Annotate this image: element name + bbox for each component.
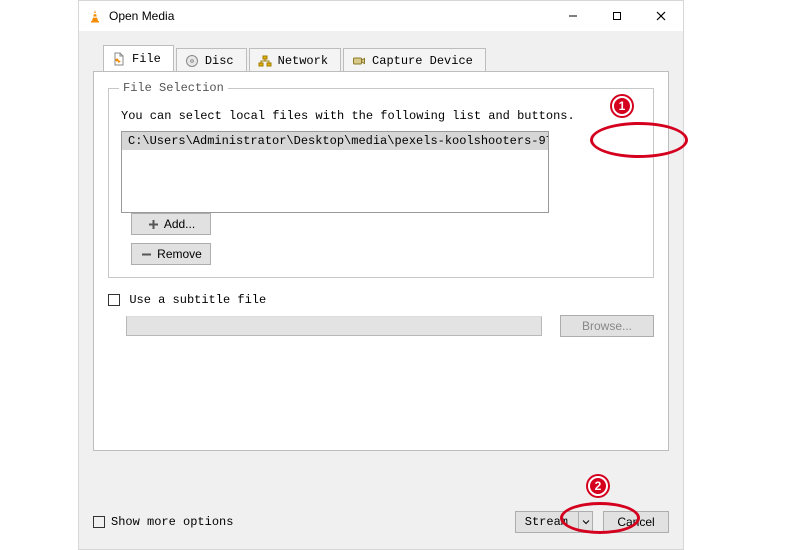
bottom-bar: Show more options Stream Cancel [93,511,669,533]
open-media-dialog: Open Media File Disc [78,0,684,550]
add-button-label: Add... [164,217,195,231]
file-icon [112,52,126,66]
tab-capture-label: Capture Device [372,54,473,68]
stream-button[interactable]: Stream [515,511,579,533]
file-selection-legend: File Selection [119,81,228,95]
network-icon [258,54,272,68]
disc-icon [185,54,199,68]
file-list-item[interactable]: C:\Users\Administrator\Desktop\media\pex… [122,132,548,150]
vlc-cone-icon [87,8,103,24]
tab-disc[interactable]: Disc [176,48,247,72]
show-more-options-label[interactable]: Show more options [111,515,233,529]
tab-file[interactable]: File [103,45,174,71]
remove-button[interactable]: Remove [131,243,211,265]
tab-panel-file: File Selection You can select local file… [93,71,669,451]
subtitle-checkbox-label[interactable]: Use a subtitle file [129,293,266,307]
show-more-options-checkbox[interactable] [93,516,105,528]
file-selection-help: You can select local files with the foll… [121,109,641,123]
tab-network-label: Network [278,54,328,68]
file-selection-group: File Selection You can select local file… [108,88,654,278]
capture-icon [352,54,366,68]
tab-capture[interactable]: Capture Device [343,48,486,72]
cancel-button[interactable]: Cancel [603,511,669,533]
tab-network[interactable]: Network [249,48,341,72]
minus-icon [140,248,153,261]
remove-button-label: Remove [157,247,202,261]
cancel-button-label: Cancel [617,515,654,529]
client-area: File Disc Network Capture Device [93,45,669,495]
close-button[interactable] [639,1,683,31]
add-button[interactable]: Add... [131,213,211,235]
tab-disc-label: Disc [205,54,234,68]
titlebar: Open Media [79,1,683,31]
minimize-button[interactable] [551,1,595,31]
file-list[interactable]: C:\Users\Administrator\Desktop\media\pex… [121,131,549,213]
window-title: Open Media [109,9,551,23]
plus-icon [147,218,160,231]
browse-button: Browse... [560,315,654,337]
stream-split-button[interactable]: Stream [515,511,593,533]
subtitle-checkbox[interactable] [108,294,120,306]
browse-button-label: Browse... [582,319,632,333]
maximize-button[interactable] [595,1,639,31]
tab-strip: File Disc Network Capture Device [93,45,669,71]
tab-file-label: File [132,52,161,66]
subtitle-path-field [126,316,542,336]
chevron-down-icon [581,517,591,527]
subtitle-row: Use a subtitle file Browse... [108,292,654,337]
stream-button-label: Stream [525,515,568,529]
stream-dropdown-arrow[interactable] [579,511,593,533]
